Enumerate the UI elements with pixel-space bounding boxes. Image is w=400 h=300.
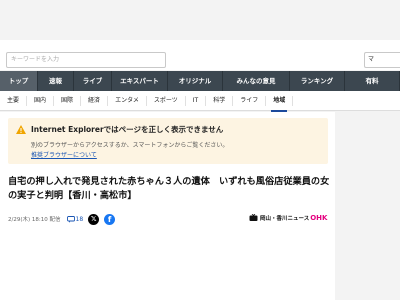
category-local[interactable]: 地域 bbox=[266, 95, 294, 112]
category-it[interactable]: IT bbox=[186, 95, 207, 106]
nav-live[interactable]: ライブ bbox=[74, 71, 112, 91]
nav-top[interactable]: トップ bbox=[0, 71, 38, 91]
article-meta: 2/29(木) 18:10 配信 18 𝕏 f bbox=[8, 212, 116, 226]
category-life[interactable]: ライフ bbox=[233, 95, 267, 106]
nav-original[interactable]: オリジナル bbox=[168, 71, 223, 91]
warning-icon bbox=[16, 125, 26, 134]
category-main[interactable]: 主要 bbox=[0, 95, 28, 106]
category-domestic[interactable]: 国内 bbox=[27, 95, 55, 106]
category-navigation: 主要 国内 国際 経済 エンタメ スポーツ IT 科学 ライフ 地域 bbox=[0, 91, 400, 112]
nav-expert[interactable]: エキスパート bbox=[112, 71, 168, 91]
browser-warning-text: 別のブラウザーからアクセスするか、スマートフォンからご覧ください。 bbox=[31, 142, 229, 149]
category-economy[interactable]: 経済 bbox=[81, 95, 109, 106]
category-science[interactable]: 科学 bbox=[206, 95, 234, 106]
broadcaster-logo-icon bbox=[249, 214, 258, 221]
publish-date: 2/29(木) 18:10 配信 bbox=[8, 217, 61, 223]
news-source[interactable]: 岡山・香川ニュース OHK bbox=[249, 212, 327, 224]
browser-warning-title: Internet Explorerではページを正しく表示できません bbox=[31, 125, 224, 134]
main-navigation: トップ 速報 ライブ エキスパート オリジナル みんなの意見 ランキング 有料 bbox=[0, 71, 400, 91]
category-international[interactable]: 国際 bbox=[54, 95, 82, 106]
nav-breaking[interactable]: 速報 bbox=[38, 71, 74, 91]
header-menu-button[interactable]: マ bbox=[364, 52, 400, 68]
comment-icon bbox=[66, 215, 75, 223]
facebook-share-icon[interactable]: f bbox=[104, 213, 116, 225]
x-share-icon[interactable]: 𝕏 bbox=[88, 213, 100, 225]
source-name: 岡山・香川ニュース bbox=[260, 216, 310, 222]
category-entertainment[interactable]: エンタメ bbox=[108, 95, 147, 106]
source-brand: OHK bbox=[310, 214, 328, 222]
article-headline: 自宅の押し入れで発見された赤ちゃん３人の遺体 いずれも風俗店従業員の女の実子と判… bbox=[8, 176, 330, 201]
comment-count: 18 bbox=[75, 215, 84, 223]
comments-link[interactable]: 18 bbox=[66, 215, 84, 223]
recommended-browsers-link[interactable]: 推奨ブラウザーについて bbox=[31, 150, 97, 159]
category-sports[interactable]: スポーツ bbox=[147, 95, 186, 106]
search-input[interactable]: キーワードを入力 bbox=[6, 52, 166, 68]
nav-opinions[interactable]: みんなの意見 bbox=[223, 71, 290, 91]
nav-paid[interactable]: 有料 bbox=[345, 71, 400, 91]
nav-ranking[interactable]: ランキング bbox=[290, 71, 345, 91]
